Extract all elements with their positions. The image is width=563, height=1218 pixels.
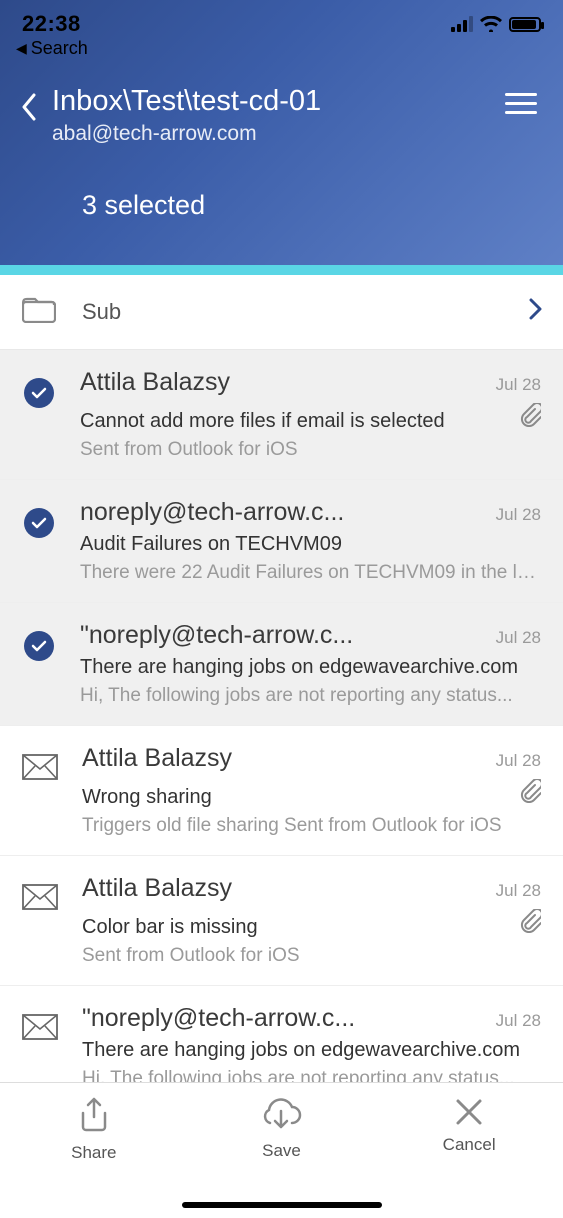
attachment-icon (519, 909, 541, 938)
email-item[interactable]: Attila Balazsy Jul 28 Wrong sharing Trigger… (0, 726, 563, 856)
selected-check-icon[interactable] (24, 378, 54, 408)
back-triangle-icon: ◀ (16, 40, 27, 57)
hamburger-icon (505, 93, 537, 115)
email-preview: Sent from Outlook for iOS (80, 439, 541, 461)
selected-check-icon[interactable] (24, 508, 54, 538)
attachment-icon (519, 403, 541, 432)
email-subject: Color bar is missing (82, 916, 509, 939)
email-preview: Triggers old file sharing Sent from Outl… (82, 815, 541, 837)
email-subject: There are hanging jobs on edgewavearchiv… (82, 1039, 541, 1062)
email-item[interactable]: Attila Balazsy Jul 28 Color bar is missing… (0, 856, 563, 986)
email-subject: Cannot add more files if email is select… (80, 410, 509, 433)
email-subject: Wrong sharing (82, 786, 509, 809)
share-label: Share (71, 1143, 116, 1163)
back-button[interactable] (20, 93, 38, 121)
email-date: Jul 28 (496, 751, 541, 771)
selection-count: 3 selected (0, 146, 563, 221)
email-preview: There were 22 Audit Failures on TECHVM09… (80, 562, 541, 584)
email-item[interactable]: "noreply@tech-arrow.c... Jul 28 There are … (0, 603, 563, 726)
email-subject: There are hanging jobs on edgewavearchiv… (80, 656, 541, 679)
email-date: Jul 28 (496, 375, 541, 395)
home-indicator[interactable] (182, 1202, 382, 1208)
share-button[interactable]: Share (1, 1097, 187, 1163)
attachment-icon (519, 779, 541, 808)
wifi-icon (480, 16, 502, 32)
breadcrumb: Inbox\Test\test-cd-01 (52, 85, 505, 118)
share-icon (77, 1097, 111, 1135)
email-item[interactable]: "noreply@tech-arrow.c... Jul 28 There are … (0, 986, 563, 1082)
email-preview: Sent from Outlook for iOS (82, 945, 541, 967)
email-sender: noreply@tech-arrow.c... (80, 498, 486, 527)
email-date: Jul 28 (496, 505, 541, 525)
email-date: Jul 28 (496, 1011, 541, 1031)
subfolder-label: Sub (82, 299, 529, 325)
email-sender: "noreply@tech-arrow.c... (82, 1004, 486, 1033)
email-sender: Attila Balazsy (82, 874, 486, 903)
email-item[interactable]: Attila Balazsy Jul 28 Cannot add more file… (0, 350, 563, 480)
email-date: Jul 28 (496, 881, 541, 901)
cloud-download-icon (258, 1097, 304, 1133)
bottom-toolbar: Share Save Cancel (0, 1082, 563, 1218)
account-email: abal@tech-arrow.com (52, 122, 505, 146)
envelope-icon[interactable] (22, 884, 58, 910)
subfolder-row[interactable]: Sub (0, 275, 563, 350)
email-item[interactable]: noreply@tech-arrow.c... Jul 28 Audit Failu… (0, 480, 563, 603)
cellular-signal-icon (451, 16, 473, 32)
back-to-search[interactable]: ◀ Search (0, 36, 563, 59)
save-label: Save (262, 1141, 301, 1161)
email-date: Jul 28 (496, 628, 541, 648)
folder-icon (22, 295, 56, 328)
accent-divider (0, 265, 563, 275)
email-list[interactable]: Attila Balazsy Jul 28 Cannot add more file… (0, 350, 563, 1082)
menu-button[interactable] (505, 93, 543, 120)
email-sender: Attila Balazsy (80, 368, 486, 397)
back-label: Search (31, 38, 88, 59)
status-bar: 22:38 (0, 8, 563, 36)
battery-icon (509, 17, 541, 32)
cancel-label: Cancel (443, 1135, 496, 1155)
save-button[interactable]: Save (189, 1097, 375, 1161)
chevron-left-icon (20, 93, 38, 121)
email-sender: Attila Balazsy (82, 744, 486, 773)
selected-check-icon[interactable] (24, 631, 54, 661)
cancel-button[interactable]: Cancel (376, 1097, 562, 1155)
email-sender: "noreply@tech-arrow.c... (80, 621, 486, 650)
envelope-icon[interactable] (22, 754, 58, 780)
email-preview: Hi, The following jobs are not reporting… (82, 1068, 541, 1082)
email-subject: Audit Failures on TECHVM09 (80, 533, 541, 556)
app-header: 22:38 ◀ Search Inbox\Test\t (0, 0, 563, 265)
email-preview: Hi, The following jobs are not reporting… (80, 685, 541, 707)
close-icon (454, 1097, 484, 1127)
status-time: 22:38 (22, 11, 81, 37)
envelope-icon[interactable] (22, 1014, 58, 1040)
chevron-right-icon (529, 298, 543, 325)
